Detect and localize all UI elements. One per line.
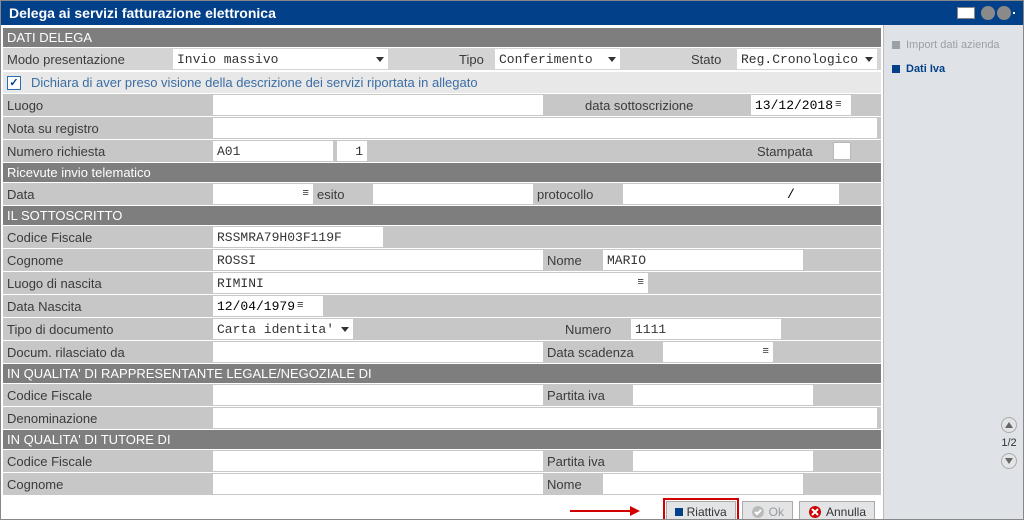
square-icon [892,41,900,49]
title-bar: Delega ai servizi fatturazione elettroni… [1,1,1023,25]
label-ric-esito: esito [313,186,373,203]
section-sottoscritto: IL SOTTOSCRITTO [3,206,881,225]
label-luogo-nascita: Luogo di nascita [3,275,213,292]
input-data-scadenza[interactable]: ≡ [663,342,773,362]
label-declare: Dichiara di aver preso visione della des… [27,74,482,91]
select-stato[interactable]: Reg.Cronologico [737,49,877,69]
annulla-button[interactable]: Annulla [799,501,875,519]
input-numero-doc[interactable] [631,319,781,339]
label-tut-piva: Partita iva [543,453,633,470]
input-luogo-nascita[interactable] [213,273,608,293]
label-nome: Nome [543,252,603,269]
checkbox-stampata[interactable] [833,142,851,160]
label-tipo: Tipo [455,51,495,68]
label-luogo: Luogo [3,97,213,114]
label-cf: Codice Fiscale [3,229,213,246]
scroll-up-icon[interactable] [1001,417,1017,433]
section-dati-delega: DATI DELEGA [3,28,881,47]
select-modo-presentazione[interactable]: Invio massivo [173,49,388,69]
square-icon [892,65,900,73]
input-luogo[interactable] [213,95,543,115]
input-ric-protocollo-2[interactable] [799,184,839,204]
input-ric-protocollo[interactable] [623,184,783,204]
label-stampata: Stampata [753,143,833,160]
side-item-label: Dati Iva [906,63,945,75]
label-tut-cf: Codice Fiscale [3,453,213,470]
side-item-label: Import dati azienda [906,39,1000,51]
check-icon [751,505,765,519]
label-tipo-documento: Tipo di documento [3,321,213,338]
section-rappresentante: IN QUALITA' DI RAPPRESENTANTE LEGALE/NEG… [3,364,881,383]
minimize-icon[interactable] [981,6,995,20]
input-rapp-piva[interactable] [633,385,813,405]
label-docum-rilasciato: Docum. rilasciato da [3,344,213,361]
label-stato: Stato [687,51,737,68]
pager-label: 1/2 [1001,437,1016,449]
label-numero-richiesta: Numero richiesta [3,143,213,160]
input-tut-piva[interactable] [633,451,813,471]
side-import-dati-azienda[interactable]: Import dati azienda [888,33,1019,57]
square-icon [675,508,683,516]
label-rapp-cf: Codice Fiscale [3,387,213,404]
input-tut-nome[interactable] [603,474,803,494]
maximize-icon[interactable] [997,6,1011,20]
checkbox-declare[interactable]: ✓ [7,76,21,90]
input-nome[interactable] [603,250,803,270]
side-dati-iva[interactable]: Dati Iva [888,57,1019,81]
scroll-down-icon[interactable] [1001,453,1017,469]
label-ric-slash: / [783,184,799,204]
select-tipo-documento[interactable]: Carta identita' [213,319,353,339]
section-tutore: IN QUALITA' DI TUTORE DI [3,430,881,449]
input-data-sottoscrizione[interactable]: 13/12/2018≡ [751,95,851,115]
riattiva-button[interactable]: Riattiva [666,501,736,519]
window-title: Delega ai servizi fatturazione elettroni… [9,5,276,21]
label-modo-presentazione: Modo presentazione [3,51,173,68]
input-numero-richiesta-a[interactable] [213,141,333,161]
input-numero-richiesta-b[interactable] [337,141,367,161]
input-ric-esito[interactable] [373,184,533,204]
input-tut-cognome[interactable] [213,474,543,494]
label-ric-data: Data [3,186,213,203]
input-data-nascita[interactable]: 12/04/1979≡ [213,296,323,316]
label-tut-nome: Nome [543,476,603,493]
label-ric-protocollo: protocollo [533,186,623,203]
select-tipo[interactable]: Conferimento [495,49,620,69]
label-data-sottoscrizione: data sottoscrizione [581,97,751,114]
label-nota-registro: Nota su registro [3,120,213,137]
section-ricevute: Ricevute invio telematico [3,163,881,182]
input-docum-rilasciato[interactable] [213,342,543,362]
label-numero-doc: Numero [561,321,631,338]
input-cf[interactable] [213,227,383,247]
label-rapp-piva: Partita iva [543,387,633,404]
picker-luogo-nascita[interactable]: ≡ [608,273,648,293]
ok-button[interactable]: Ok [742,501,793,519]
label-rapp-denom: Denominazione [3,410,213,427]
input-ric-data[interactable]: ≡ [213,184,313,204]
cancel-icon [808,505,822,519]
label-data-scadenza: Data scadenza [543,344,663,361]
label-cognome: Cognome [3,252,213,269]
input-rapp-denom[interactable] [213,408,877,428]
label-tut-cognome: Cognome [3,476,213,493]
input-cognome[interactable] [213,250,543,270]
highlight-arrow-icon [570,504,640,520]
pin-icon[interactable] [957,7,975,19]
label-data-nascita: Data Nascita [3,298,213,315]
input-tut-cf[interactable] [213,451,543,471]
input-rapp-cf[interactable] [213,385,543,405]
close-icon[interactable] [1013,12,1015,14]
input-nota-registro[interactable] [213,118,877,138]
